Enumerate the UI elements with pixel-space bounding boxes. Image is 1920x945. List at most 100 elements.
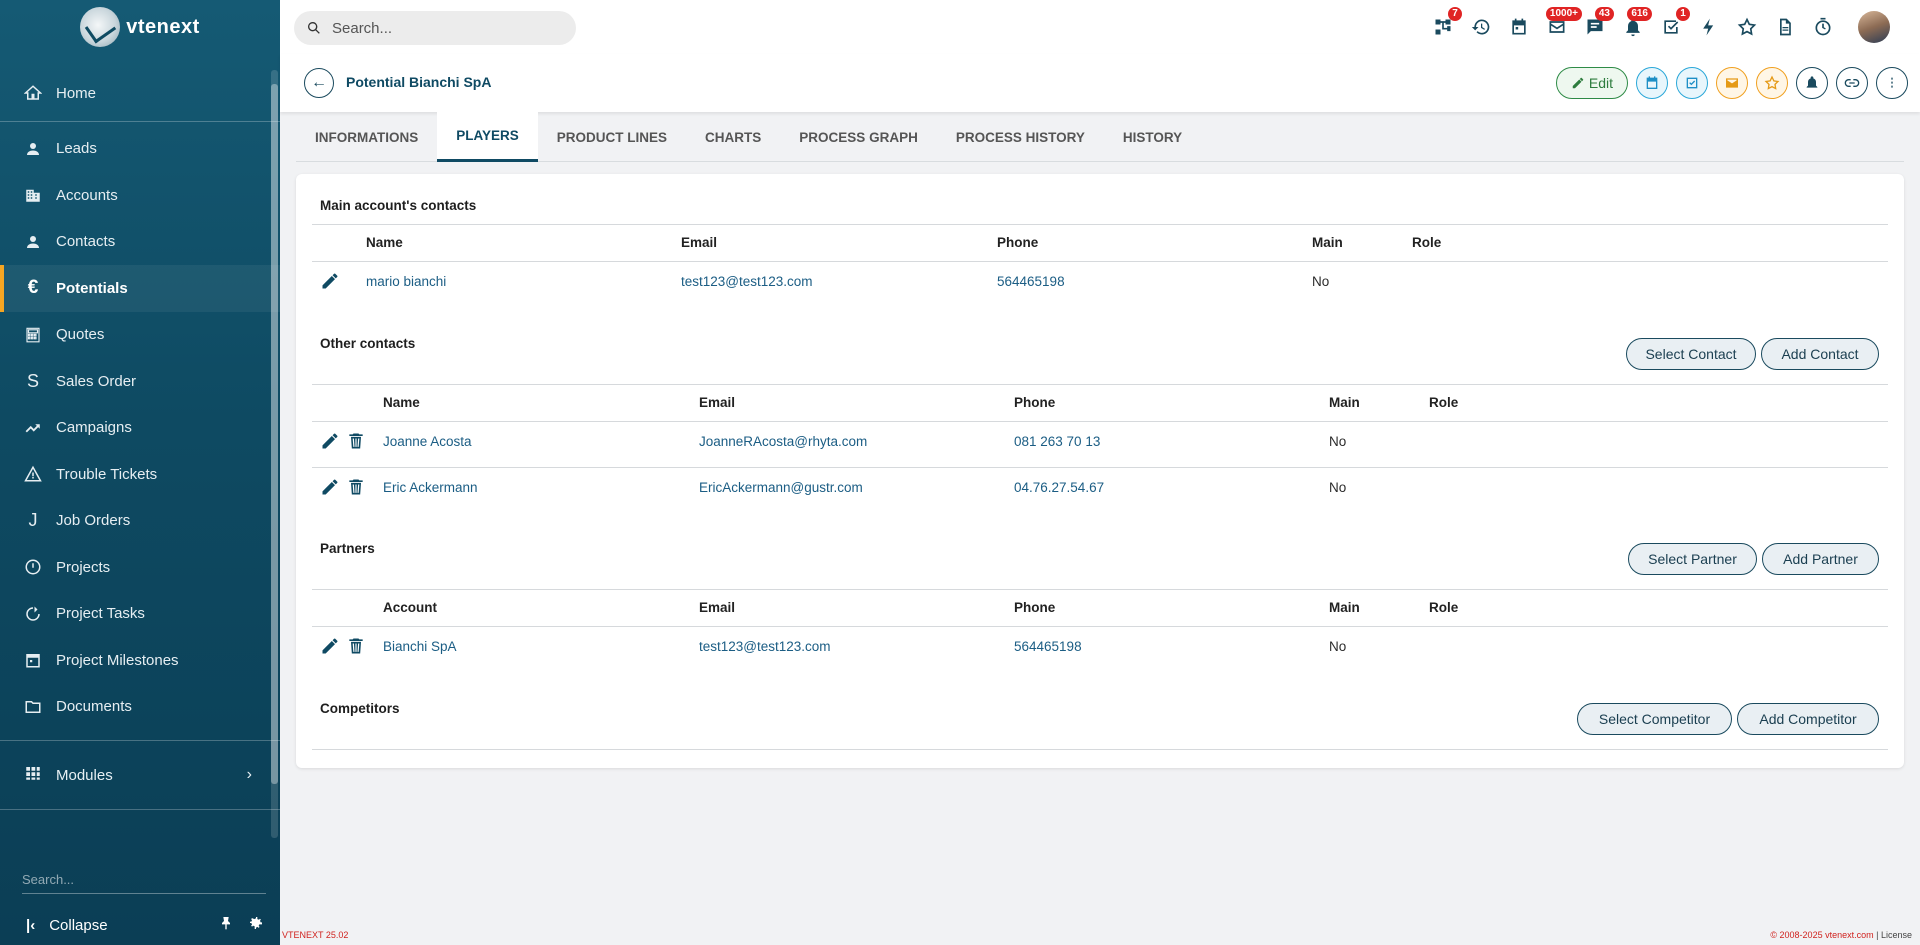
documents-button[interactable] [1770,10,1800,44]
column-header: Role [1412,234,1442,250]
add-contact-button[interactable]: Add Contact [1761,338,1879,370]
contact-name-link[interactable]: Joanne Acosta [383,434,472,449]
select-partner-button[interactable]: Select Partner [1628,543,1757,575]
scrollbar-thumb[interactable] [271,84,278,784]
sidebar-item-leads[interactable]: Leads [0,126,280,173]
select-competitor-button[interactable]: Select Competitor [1577,703,1732,735]
building-icon [24,186,42,204]
sidebar-item-documents[interactable]: Documents [0,684,280,731]
tab-players[interactable]: PLAYERS [437,112,538,162]
app-logo[interactable]: vtenext [0,0,280,54]
tab-history[interactable]: HISTORY [1104,112,1201,162]
tab-informations[interactable]: INFORMATIONS [296,112,437,162]
contact-name-link[interactable]: Eric Ackermann [383,480,478,495]
history-button[interactable] [1466,10,1496,44]
grid-icon [24,764,42,786]
favorite-button[interactable] [1756,67,1788,99]
sidebar-search-input[interactable]: Search... [22,866,266,894]
quick-actions-button[interactable] [1694,10,1724,44]
add-partner-button[interactable]: Add Partner [1762,543,1879,575]
history-icon [1471,19,1490,35]
tab-process-graph[interactable]: PROCESS GRAPH [780,112,937,162]
sidebar-item-home[interactable]: Home [0,70,280,117]
notifications-button[interactable]: 616 [1618,7,1652,44]
calendar-icon [1512,18,1526,35]
gear-icon[interactable] [248,915,264,935]
user-avatar[interactable] [1858,11,1890,43]
add-task-button[interactable] [1676,67,1708,99]
contact-phone[interactable]: 081 263 70 13 [1014,434,1100,449]
add-event-button[interactable] [1636,67,1668,99]
tab-product-lines[interactable]: PRODUCT LINES [538,112,686,162]
send-email-button[interactable] [1716,67,1748,99]
timer-button[interactable] [1808,10,1838,44]
select-contact-button[interactable]: Select Contact [1626,338,1756,370]
mail-badge: 1000+ [1545,7,1582,21]
sidebar-item-project-milestones[interactable]: Project Milestones [0,637,280,684]
column-header: Main [1329,394,1360,410]
sidebar-item-projects[interactable]: Projects [0,544,280,591]
tasks-button[interactable]: 1 [1656,7,1690,44]
license-link[interactable]: License [1881,930,1912,940]
trash-icon[interactable] [346,431,366,451]
edit-button[interactable]: Edit [1555,67,1628,99]
sidebar-footer: |‹ Collapse [0,905,280,945]
sidebar-item-contacts[interactable]: Contacts [0,219,280,266]
column-header: Email [699,394,736,410]
partner-email-link[interactable]: test123@test123.com [699,639,831,654]
sidebar-item-project-tasks[interactable]: Project Tasks [0,591,280,638]
sidebar-scrollbar[interactable] [271,70,278,838]
add-competitor-button[interactable]: Add Competitor [1737,703,1879,735]
sidebar-item-potentials[interactable]: € Potentials [0,265,280,312]
section-title-other-contacts: Other contacts [320,336,416,351]
contact-email-link[interactable]: JoanneRAcosta@rhyta.com [699,434,867,449]
contact-phone[interactable]: 564465198 [997,274,1065,289]
notifications-badge: 616 [1627,7,1652,21]
contact-email-link[interactable]: test123@test123.com [681,274,813,289]
more-button[interactable] [1876,67,1908,99]
refresh-icon [24,605,42,623]
back-button[interactable]: ← [304,68,334,98]
processes-button[interactable]: 7 [1428,7,1462,44]
record-title: Potential Bianchi SpA [346,74,492,90]
contact-name-link[interactable]: mario bianchi [366,274,446,289]
pencil-icon[interactable] [320,477,340,497]
collapse-button[interactable]: Collapse [49,917,107,934]
trash-icon[interactable] [346,477,366,497]
sidebar-item-label: Leads [56,140,97,158]
sidebar-item-campaigns[interactable]: Campaigns [0,405,280,452]
calendar-button[interactable] [1504,10,1534,44]
favorites-button[interactable] [1732,10,1762,44]
chat-button[interactable]: 43 [1580,7,1614,44]
trash-icon[interactable] [346,636,366,656]
sidebar-item-trouble-tickets[interactable]: Trouble Tickets [0,451,280,498]
sidebar-item-quotes[interactable]: Quotes [0,312,280,359]
sidebar-item-job-orders[interactable]: J Job Orders [0,498,280,545]
sidebar-item-modules[interactable]: Modules › [0,745,280,805]
link-button[interactable] [1836,67,1868,99]
partner-phone[interactable]: 564465198 [1014,639,1082,654]
column-header: Main [1312,234,1343,250]
mail-button[interactable]: 1000+ [1542,7,1582,44]
partner-name-link[interactable]: Bianchi SpA [383,639,457,654]
pin-icon[interactable] [218,915,234,935]
pencil-icon[interactable] [320,431,340,451]
pencil-icon[interactable] [320,636,340,656]
global-search-input[interactable]: Search... [294,11,576,45]
sidebar-item-accounts[interactable]: Accounts [0,172,280,219]
logo-mark-icon [80,7,121,47]
collapse-icon[interactable]: |‹ [26,917,35,934]
contact-phone[interactable]: 04.76.27.54.67 [1014,480,1104,495]
tab-process-history[interactable]: PROCESS HISTORY [937,112,1104,162]
follow-button[interactable] [1796,67,1828,99]
chevron-right-icon: › [246,766,252,783]
euro-icon: € [27,277,39,299]
sidebar-item-label: Documents [56,698,132,716]
column-header: Role [1429,394,1459,410]
tab-charts[interactable]: CHARTS [686,112,780,162]
sidebar-item-sales-order[interactable]: S Sales Order [0,358,280,405]
contact-email-link[interactable]: EricAckermann@gustr.com [699,480,863,495]
s-letter-icon: S [26,370,39,391]
modules-label: Modules [56,766,113,784]
pencil-icon[interactable] [320,271,340,291]
